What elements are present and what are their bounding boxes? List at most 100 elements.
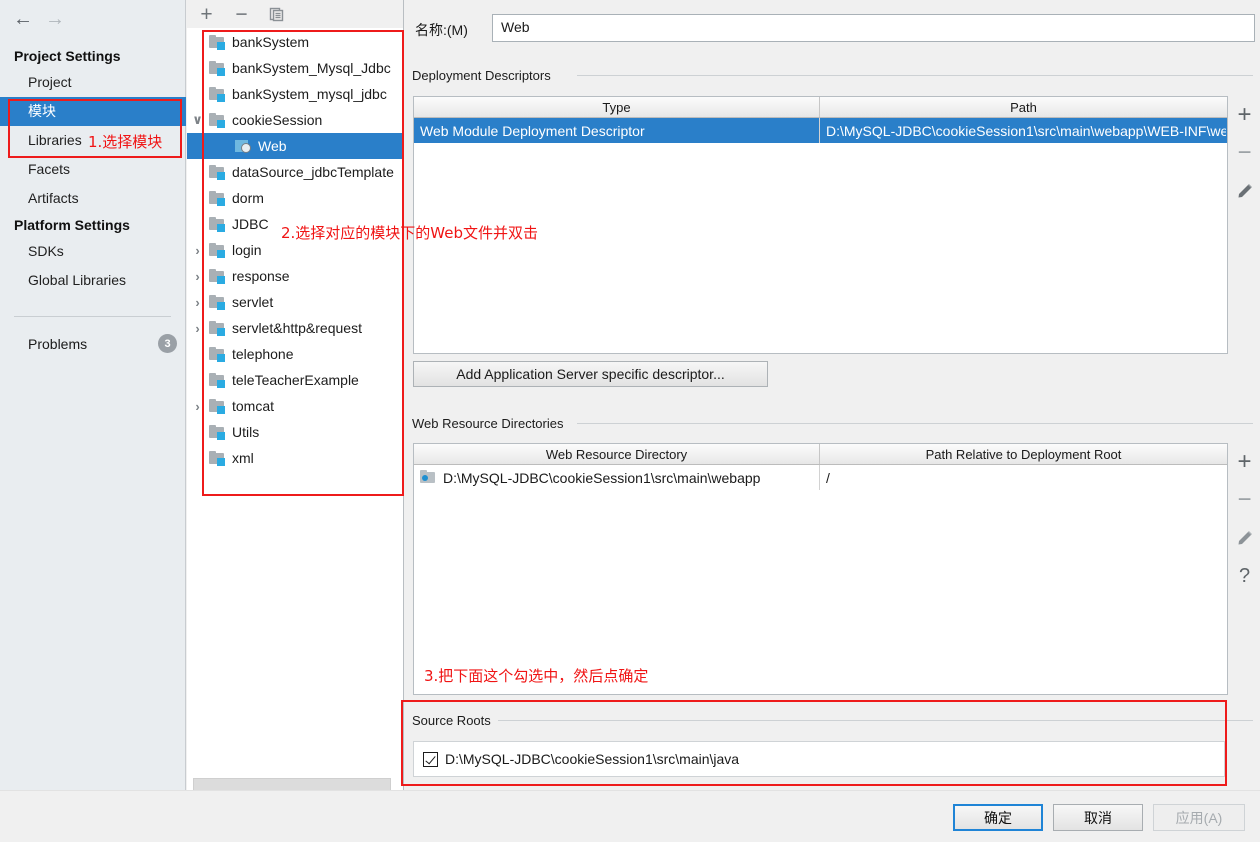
source-root-checkbox[interactable] xyxy=(423,751,438,767)
plus-icon[interactable]: + xyxy=(1228,96,1260,134)
tree-row-label: dataSource_jdbcTemplate xyxy=(232,164,394,180)
tree-row[interactable]: Web xyxy=(187,133,404,159)
tree-row-label: response xyxy=(232,268,290,284)
module-folder-icon xyxy=(209,242,226,258)
group-rule xyxy=(577,423,1253,424)
column-header-path[interactable]: Path xyxy=(820,97,1227,117)
source-root-path: D:\MySQL-JDBC\cookieSession1\src\main\ja… xyxy=(445,751,740,767)
tree-row[interactable]: bankSystem_Mysql_Jdbc xyxy=(187,55,404,81)
table-header: Type Path xyxy=(414,97,1227,118)
apply-button[interactable]: 应用(A) xyxy=(1153,804,1245,831)
module-folder-icon xyxy=(209,320,226,336)
table-header: Web Resource Directory Path Relative to … xyxy=(414,444,1227,465)
tree-row-label: bankSystem xyxy=(232,34,310,50)
tree-row-label: dorm xyxy=(232,190,264,206)
minus-icon[interactable]: − xyxy=(1228,134,1260,172)
module-name-input[interactable]: Web xyxy=(492,14,1255,42)
chevron-right-icon[interactable]: › xyxy=(191,320,204,336)
tree-row-label: cookieSession xyxy=(232,112,323,128)
sidebar-group-project-settings: Project Settings xyxy=(14,48,121,64)
tree-row[interactable]: teleTeacherExample xyxy=(187,367,404,393)
tree-row[interactable]: bankSystem_mysql_jdbc xyxy=(187,81,404,107)
chevron-right-icon[interactable]: › xyxy=(191,294,204,310)
annotation-text-step1: 1.选择模块 xyxy=(88,133,163,151)
cell-type: Web Module Deployment Descriptor xyxy=(414,118,820,143)
tree-row[interactable]: bankSystem xyxy=(187,29,404,55)
sidebar-item-artifacts[interactable]: Artifacts xyxy=(0,184,186,213)
tree-row[interactable]: telephone xyxy=(187,341,404,367)
arrow-right-icon[interactable]: → xyxy=(40,6,70,32)
deployment-descriptors-toolbar: + − xyxy=(1228,96,1260,354)
tree-row-label: Web xyxy=(258,138,287,154)
cell-path-relative: / xyxy=(826,469,830,486)
module-folder-icon xyxy=(209,268,226,284)
settings-sidebar: ← → Project Settings Project 模块 Librarie… xyxy=(0,0,186,790)
annotation-text-step2: 2.选择对应的模块下的Web文件并双击 xyxy=(281,224,539,242)
module-folder-icon xyxy=(209,398,226,414)
tree-row-label: servlet xyxy=(232,294,274,310)
ok-button[interactable]: 确定 xyxy=(953,804,1043,831)
group-rule xyxy=(498,720,1253,721)
sidebar-item-problems[interactable]: Problems 3 xyxy=(0,330,186,358)
module-folder-icon xyxy=(209,450,226,466)
chevron-down-icon[interactable]: ∨ xyxy=(191,112,204,128)
tree-row[interactable]: ∨ cookieSession xyxy=(187,107,404,133)
table-row[interactable]: Web Module Deployment Descriptor D:\MySQ… xyxy=(414,118,1227,143)
plus-icon[interactable]: + xyxy=(1228,443,1260,481)
sidebar-item-global-libraries[interactable]: Global Libraries xyxy=(0,266,186,295)
tree-row-label: tomcat xyxy=(232,398,275,414)
module-folder-icon xyxy=(209,216,226,232)
tree-row-label: telephone xyxy=(232,346,294,362)
module-folder-icon xyxy=(209,86,226,102)
source-roots-list[interactable]: D:\MySQL-JDBC\cookieSession1\src\main\ja… xyxy=(413,741,1225,777)
sidebar-item-modules[interactable]: 模块 xyxy=(0,97,186,126)
tree-row[interactable]: › servlet xyxy=(187,289,404,315)
tree-row[interactable]: › servlet&http&request xyxy=(187,315,404,341)
tree-row[interactable]: dorm xyxy=(187,185,404,211)
copy-icon[interactable] xyxy=(264,2,289,27)
tree-row[interactable]: Utils xyxy=(187,419,404,445)
pencil-icon[interactable] xyxy=(1228,172,1260,210)
column-header-path-relative[interactable]: Path Relative to Deployment Root xyxy=(820,444,1227,464)
sidebar-item-facets[interactable]: Facets xyxy=(0,155,186,184)
group-rule xyxy=(577,75,1253,76)
module-folder-icon xyxy=(209,424,226,440)
tree-row[interactable]: › response xyxy=(187,263,404,289)
sidebar-item-label: Problems xyxy=(28,336,88,352)
sidebar-item-project[interactable]: Project xyxy=(0,68,186,97)
navigation-buttons: ← → xyxy=(8,6,88,32)
sidebar-divider xyxy=(14,316,171,317)
web-resource-directories-toolbar: + − ? xyxy=(1228,443,1260,695)
column-header-type[interactable]: Type xyxy=(414,97,820,117)
tree-row[interactable]: dataSource_jdbcTemplate xyxy=(187,159,404,185)
module-name-label: 名称:(M) xyxy=(415,22,468,38)
chevron-right-icon[interactable]: › xyxy=(191,268,204,284)
cancel-button[interactable]: 取消 xyxy=(1053,804,1143,831)
source-roots-title: Source Roots xyxy=(412,713,497,728)
module-tree-list[interactable]: bankSystem bankSystem_Mysql_Jdbc bankSyste… xyxy=(187,29,404,775)
chevron-right-icon[interactable]: › xyxy=(191,242,204,258)
sidebar-item-sdks[interactable]: SDKs xyxy=(0,237,186,266)
directory-link-icon xyxy=(420,470,437,485)
minus-icon[interactable]: − xyxy=(1228,481,1260,519)
add-app-server-descriptor-button[interactable]: Add Application Server specific descript… xyxy=(413,361,768,387)
tree-row[interactable]: xml xyxy=(187,445,404,471)
module-tree-toolbar: + − xyxy=(187,0,404,29)
module-folder-icon xyxy=(209,372,226,388)
annotation-text-step3: 3.把下面这个勾选中，然后点确定 xyxy=(424,667,649,685)
module-folder-icon xyxy=(209,190,226,206)
question-mark-icon[interactable]: ? xyxy=(1228,557,1260,595)
column-header-web-resource-directory[interactable]: Web Resource Directory xyxy=(414,444,820,464)
web-resource-directories-table[interactable]: Web Resource Directory Path Relative to … xyxy=(413,443,1228,695)
pencil-icon[interactable] xyxy=(1228,519,1260,557)
arrow-left-icon[interactable]: ← xyxy=(8,6,38,32)
web-facet-icon xyxy=(235,139,252,154)
tree-row-label: bankSystem_Mysql_Jdbc xyxy=(232,60,391,76)
chevron-right-icon[interactable]: › xyxy=(191,398,204,414)
minus-icon[interactable]: − xyxy=(229,2,254,27)
tree-row[interactable]: › tomcat xyxy=(187,393,404,419)
table-row[interactable]: D:\MySQL-JDBC\cookieSession1\src\main\we… xyxy=(414,465,1227,490)
tree-row-label: login xyxy=(232,242,262,258)
plus-icon[interactable]: + xyxy=(194,2,219,27)
tree-row-label: Utils xyxy=(232,424,260,440)
